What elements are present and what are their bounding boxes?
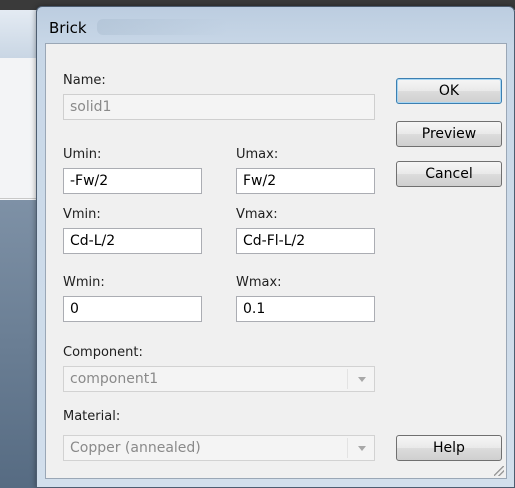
umin-label: Umin:	[63, 147, 102, 162]
brick-dialog: Brick Name: solid1 Umin: -Fw/2 Umax: Fw/…	[36, 6, 515, 488]
name-field[interactable]: solid1	[63, 94, 375, 120]
component-label: Component:	[63, 345, 143, 360]
help-button[interactable]: Help	[396, 435, 502, 461]
vmin-field[interactable]: Cd-L/2	[63, 228, 202, 254]
cancel-button[interactable]: Cancel	[396, 161, 502, 187]
name-label: Name:	[63, 73, 106, 88]
umax-field[interactable]: Fw/2	[236, 168, 375, 194]
title-bar-ghost	[97, 19, 227, 35]
material-dropdown-separator	[347, 438, 348, 458]
component-dropdown[interactable]: component1	[63, 366, 375, 392]
background-workspace	[0, 200, 40, 488]
material-label: Material:	[63, 409, 121, 424]
wmax-field[interactable]: 0.1	[236, 296, 375, 322]
umin-field[interactable]: -Fw/2	[63, 168, 202, 194]
dialog-client-area: Name: solid1 Umin: -Fw/2 Umax: Fw/2 Vmin…	[45, 43, 507, 479]
vmin-label: Vmin:	[63, 207, 101, 222]
ok-button[interactable]: OK	[396, 78, 502, 104]
umax-label: Umax:	[236, 147, 279, 162]
component-dropdown-separator	[347, 369, 348, 389]
preview-button[interactable]: Preview	[396, 121, 502, 147]
wmax-label: Wmax:	[236, 275, 282, 290]
material-dropdown[interactable]: Copper (annealed)	[63, 435, 375, 461]
wmin-field[interactable]: 0	[63, 296, 202, 322]
resize-grip-icon[interactable]	[494, 466, 504, 476]
material-dropdown-value: Copper (annealed)	[70, 440, 201, 456]
wmin-label: Wmin:	[63, 275, 105, 290]
background-toolbar	[0, 10, 40, 59]
vmax-label: Vmax:	[236, 207, 278, 222]
chevron-down-icon	[358, 446, 366, 451]
component-dropdown-value: component1	[70, 371, 159, 387]
dialog-title: Brick	[49, 19, 87, 37]
chevron-down-icon	[358, 377, 366, 382]
background-panel	[0, 58, 40, 199]
vmax-field[interactable]: Cd-Fl-L/2	[236, 228, 375, 254]
